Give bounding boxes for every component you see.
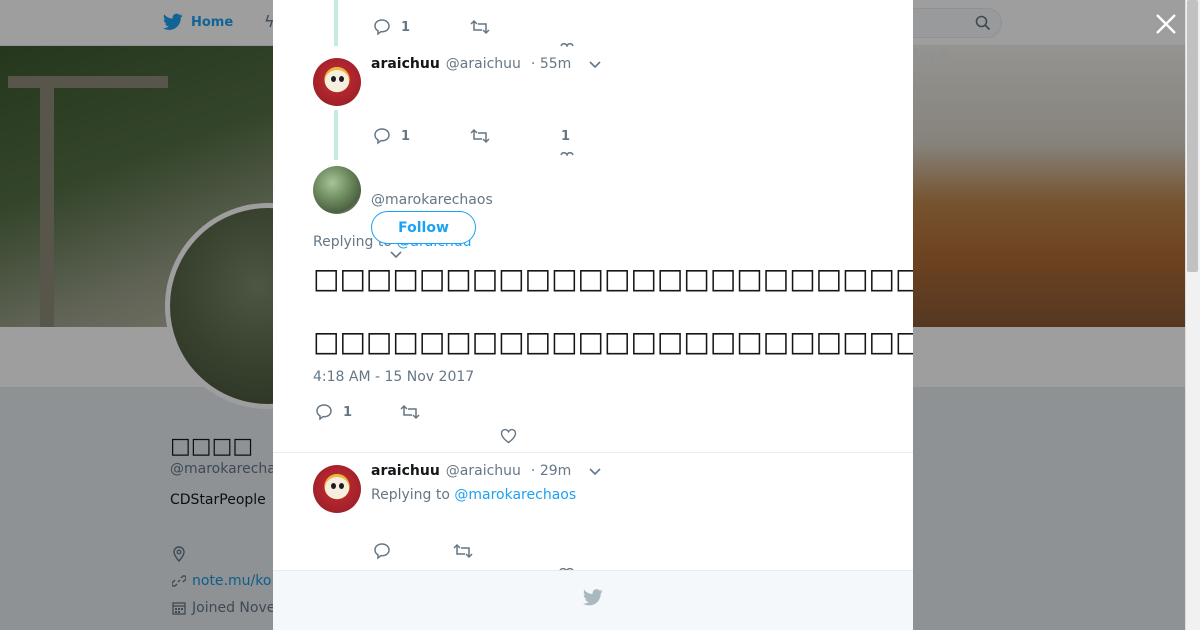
tweet-time[interactable]: · 29m — [531, 463, 571, 479]
retweet-button[interactable] — [470, 19, 490, 35]
tweet-text-line-1: □□□□□□□□□□□□□□□□□□□□□□□□□□□□□□□□□□□□□□□□… — [313, 262, 913, 295]
reply-icon — [374, 19, 390, 36]
user-screen-name[interactable]: @araichuu — [446, 463, 521, 479]
reply-icon — [374, 128, 390, 145]
tweet-actions: 1 — [373, 18, 490, 36]
retweet-icon — [470, 19, 490, 35]
reply-count: 1 — [401, 19, 411, 35]
thread-line — [334, 0, 338, 46]
retweet-icon — [453, 543, 473, 559]
tweet-actions: 1 — [373, 127, 490, 145]
avatar[interactable] — [313, 58, 361, 106]
tweet-text-line-2: □□□□□□□□□□□□□□□□□□□□□□□□□□□□□□□□□□□□□□□□… — [313, 325, 913, 358]
chevron-down-icon[interactable] — [588, 467, 602, 477]
reply-button[interactable]: 1 — [315, 403, 352, 421]
reply-icon — [316, 404, 332, 421]
reply-count: 1 — [401, 128, 411, 144]
replying-to: Replying to @marokarechaos — [371, 487, 576, 503]
retweet-icon — [470, 128, 490, 144]
chevron-down-icon[interactable] — [588, 60, 602, 70]
reply-count: 1 — [343, 404, 353, 420]
user-screen-name[interactable]: @marokarechaos — [371, 192, 493, 208]
heart-icon[interactable] — [560, 150, 574, 156]
tweet-header: araichuu @araichuu · 29m — [371, 463, 571, 479]
page-scrollbar-thumb[interactable] — [1187, 0, 1198, 272]
reply-icon — [374, 543, 390, 560]
reply-button[interactable]: 1 — [373, 127, 410, 145]
tweet-timestamp[interactable]: 4:18 AM - 15 Nov 2017 — [313, 369, 474, 385]
tweet-time[interactable]: · 55m — [531, 56, 571, 72]
avatar[interactable] — [313, 465, 361, 513]
user-fullname[interactable]: araichuu — [371, 463, 440, 479]
replying-to-label: Replying to — [371, 487, 450, 503]
heart-icon[interactable] — [500, 428, 517, 444]
replying-to-mention[interactable]: @marokarechaos — [454, 487, 576, 503]
retweet-button[interactable] — [453, 543, 473, 559]
user-screen-name[interactable]: @araichuu — [446, 56, 521, 72]
tweet-divider — [273, 452, 913, 453]
modal-footer — [273, 570, 913, 630]
like-count: 1 — [561, 129, 571, 144]
avatar[interactable] — [313, 166, 361, 214]
retweet-button[interactable] — [470, 128, 490, 144]
heart-icon[interactable] — [560, 41, 574, 47]
reply-button[interactable]: 1 — [373, 18, 410, 36]
reply-button[interactable] — [373, 542, 391, 560]
follow-button[interactable]: Follow — [371, 211, 476, 244]
tweet-actions: 1 — [315, 403, 420, 421]
twitter-bird-icon — [583, 589, 603, 606]
retweet-button[interactable] — [400, 404, 420, 420]
retweet-icon — [400, 404, 420, 420]
tweet-header: araichuu @araichuu · 55m — [371, 56, 571, 72]
tweet-permalink-modal: 1 araichuu @araichuu · 55m 1 1 @marokare… — [273, 0, 913, 630]
like-button[interactable]: 1 — [561, 129, 570, 144]
tweet-actions — [373, 542, 473, 560]
user-fullname[interactable]: araichuu — [371, 56, 440, 72]
chevron-down-icon[interactable] — [389, 250, 403, 260]
thread-line — [334, 110, 338, 160]
close-icon[interactable] — [1153, 11, 1179, 37]
